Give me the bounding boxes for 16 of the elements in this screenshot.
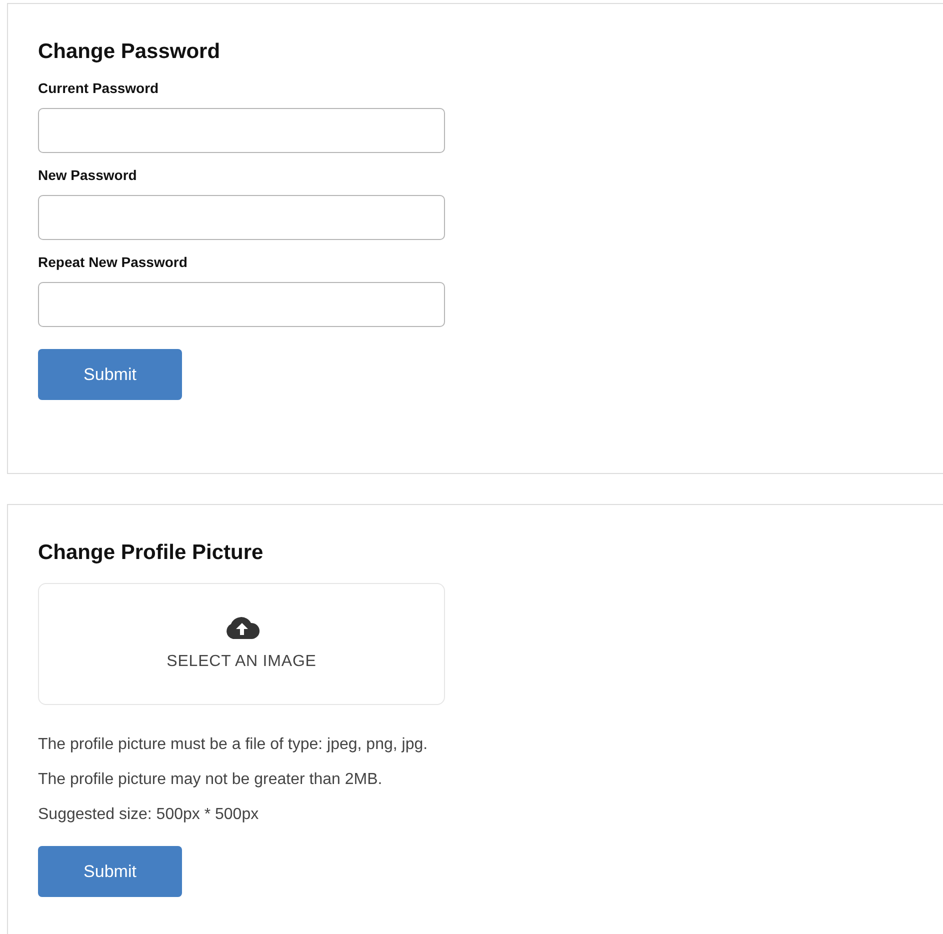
section-title: Change Profile Picture [38,540,264,566]
cloud-upload-icon [224,614,260,640]
password-field[interactable] [38,195,445,240]
password-field[interactable] [38,108,445,153]
submit-button[interactable]: Submit [38,846,182,897]
image-dropzone[interactable]: SELECT AN IMAGE [38,583,445,705]
help-text: The profile picture must be a file of type: jpeg, png, jpg. [38,735,429,755]
password-field[interactable] [38,282,445,327]
section-title: Change Password [38,39,222,65]
help-text: The profile picture may not be greater than 2MB. [38,770,384,790]
field-label: Repeat New Password [38,253,188,272]
field-label: New Password [38,166,138,185]
help-text: Suggested size: 500px * 500px [38,805,260,825]
field-label: Current Password [38,79,160,98]
submit-button[interactable]: Submit [38,349,182,400]
dropzone-label: SELECT AN IMAGE [166,652,316,672]
